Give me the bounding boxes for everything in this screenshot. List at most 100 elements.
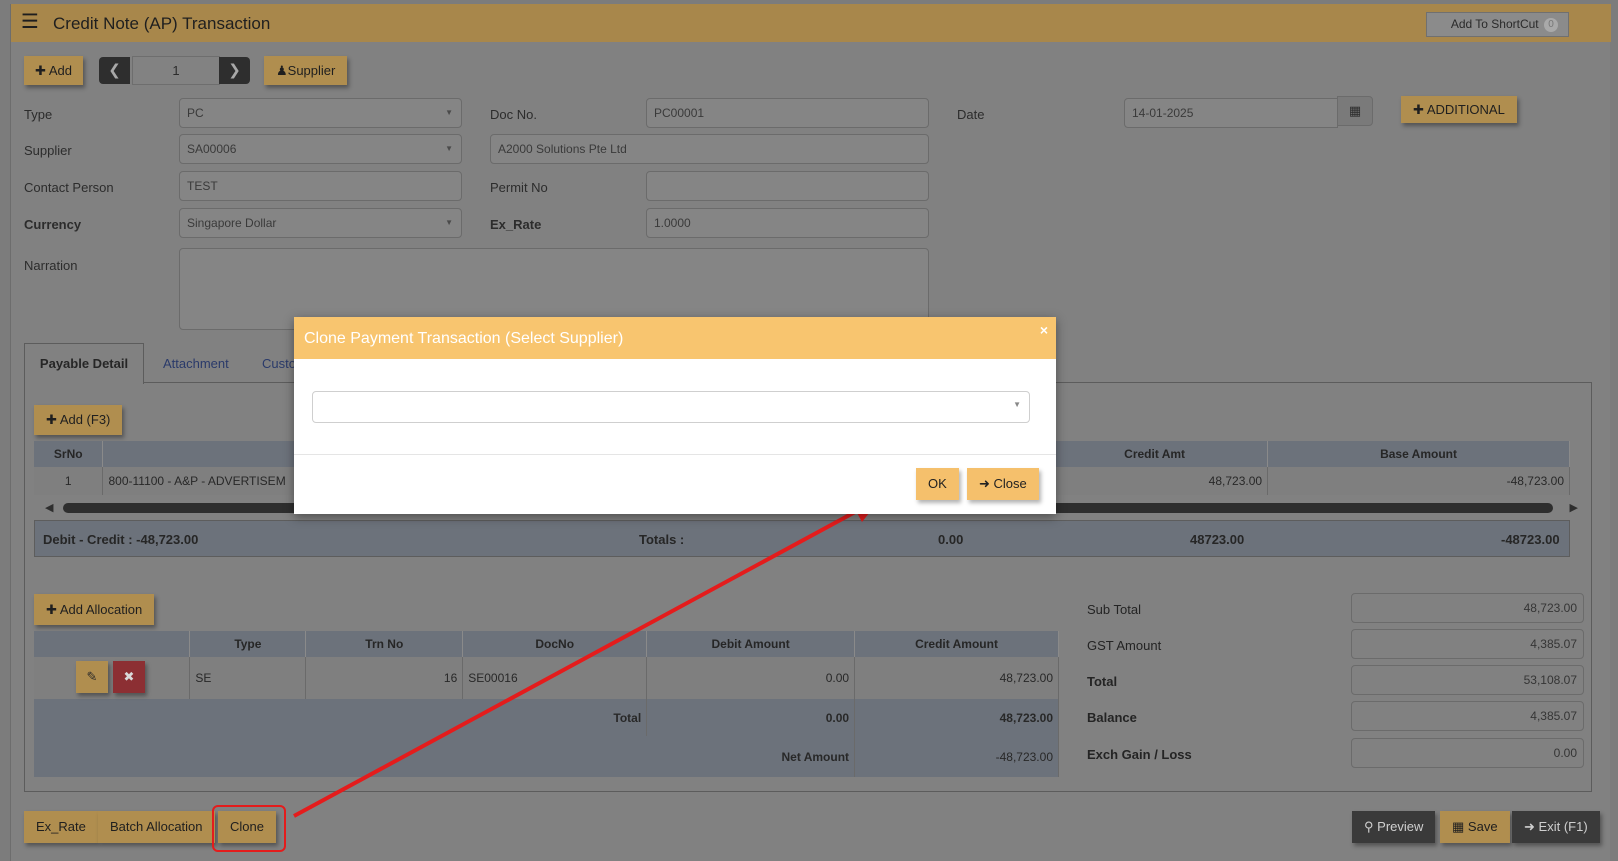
date-field[interactable]: 14-01-2025	[1124, 98, 1338, 128]
col-actions	[34, 631, 191, 657]
sign-out-icon: ➜	[979, 476, 990, 491]
shortcut-label: Add To ShortCut	[1450, 17, 1539, 31]
add-allocation-label: Add Allocation	[59, 602, 143, 617]
cell-debit[interactable]: 0.00	[646, 657, 856, 699]
exrate-button[interactable]: Ex_Rate	[24, 811, 98, 843]
preview-button[interactable]: ⚲ Preview	[1352, 811, 1436, 843]
currency-select[interactable]: Singapore Dollar ▼	[179, 208, 462, 238]
batch-allocation-button[interactable]: Batch Allocation	[98, 811, 215, 843]
plus-icon: ✚	[35, 63, 46, 78]
dropdown-caret-icon: ▼	[445, 108, 453, 117]
cell-actions	[34, 657, 191, 699]
prev-record-button[interactable]: ❮	[99, 57, 130, 84]
allocation-net-row: Net Amount -48,723.00	[34, 736, 1059, 777]
dropdown-caret-icon: ▼	[445, 218, 453, 227]
plus-icon: ✚	[1413, 102, 1424, 117]
modal-close-button[interactable]: ➜ Close	[967, 468, 1039, 500]
add-button-label: Add	[48, 63, 72, 78]
table-row[interactable]: SE 16 SE00016 0.00 48,723.00	[34, 657, 1059, 699]
docno-label: Doc No.	[490, 107, 537, 122]
add-allocation-button[interactable]: ✚ Add Allocation	[34, 594, 155, 625]
hamburger-menu-icon[interactable]: ☰	[21, 12, 39, 32]
annotation-highlight-box	[212, 805, 286, 852]
edit-icon[interactable]: ✎	[76, 661, 108, 693]
permit-no-field[interactable]	[646, 171, 929, 201]
exrate-field[interactable]: 1.0000	[646, 208, 929, 238]
cell-trn-no: 16	[305, 657, 464, 699]
chevron-down-icon: ▼	[1013, 400, 1021, 409]
docno-field[interactable]: PC00001	[646, 98, 929, 128]
save-button[interactable]: ▦ Save	[1440, 811, 1510, 843]
allocation-total-credit: 48,723.00	[854, 699, 1059, 736]
shortcut-count-badge: 0	[1544, 18, 1558, 32]
gst-field: 4,385.07	[1351, 629, 1584, 659]
col-docno: DocNo	[462, 631, 648, 657]
debit-credit-text: Debit - Credit : -48,723.00	[43, 532, 199, 547]
col-base-amount: Base Amount	[1267, 441, 1570, 467]
supplier-button[interactable]: ♟Supplier	[264, 56, 348, 85]
exch-gain-loss-field: 0.00	[1351, 738, 1584, 768]
next-record-button[interactable]: ❯	[219, 57, 250, 84]
scroll-left-icon[interactable]: ◀	[45, 501, 53, 514]
scroll-right-icon[interactable]: ▶	[1570, 501, 1578, 514]
tab-attachment[interactable]: Attachment	[163, 356, 229, 371]
currency-value: Singapore Dollar	[187, 216, 277, 230]
modal-close-label: Close	[993, 476, 1027, 491]
add-to-shortcut-button[interactable]: Add To ShortCut 0	[1425, 12, 1569, 37]
preview-label: Preview	[1377, 819, 1424, 834]
col-credit-amount: Credit Amount	[854, 631, 1059, 657]
exch-gain-loss-label: Exch Gain / Loss	[1087, 747, 1192, 762]
additional-button[interactable]: ✚ ADDITIONAL	[1401, 96, 1517, 123]
supplier-label: Supplier	[24, 143, 72, 158]
total-credit: 48723.00	[1190, 532, 1245, 547]
add-button[interactable]: ✚ Add	[24, 56, 83, 85]
type-select[interactable]: PC ▼	[179, 98, 462, 128]
cell-srno: 1	[34, 467, 104, 495]
col-srno: SrNo	[34, 441, 104, 467]
allocation-table: Type Trn No DocNo Debit Amount Credit Am…	[34, 631, 1059, 777]
exit-label: Exit (F1)	[1538, 819, 1588, 834]
exit-button[interactable]: ➜ Exit (F1)	[1512, 811, 1600, 843]
record-number[interactable]: 1	[132, 56, 220, 85]
plus-icon: ✚	[46, 602, 57, 617]
col-debit-amount: Debit Amount	[646, 631, 856, 657]
col-credit-amt: Credit Amt	[1041, 441, 1269, 467]
payable-totals-bar: Debit - Credit : -48,723.00 Totals : 0.0…	[34, 520, 1570, 557]
contact-person-field[interactable]: TEST	[179, 171, 462, 201]
table-header: Type Trn No DocNo Debit Amount Credit Am…	[34, 631, 1059, 657]
calendar-icon[interactable]: ▦	[1337, 96, 1373, 126]
net-amount-label: Net Amount	[34, 736, 856, 777]
close-icon[interactable]: ×	[1040, 322, 1048, 338]
cell-base: -48,723.00	[1267, 467, 1570, 495]
cell-credit[interactable]: 48,723.00	[854, 657, 1059, 699]
ok-button[interactable]: OK	[916, 468, 959, 500]
dropdown-caret-icon: ▼	[445, 144, 453, 153]
cell-credit[interactable]: 48,723.00	[1041, 467, 1269, 495]
total-label: Total	[1087, 674, 1118, 689]
add-detail-label: Add (F3)	[59, 412, 111, 427]
total-field: 53,108.07	[1351, 665, 1584, 695]
exit-icon: ➜	[1524, 819, 1535, 834]
allocation-total-debit: 0.00	[646, 699, 856, 736]
balance-field: 4,385.07	[1351, 701, 1584, 731]
net-amount-value: -48,723.00	[854, 736, 1059, 777]
contact-person-label: Contact Person	[24, 180, 114, 195]
supplier-code: SA00006	[187, 142, 237, 156]
page-title: Credit Note (AP) Transaction	[53, 14, 271, 33]
supplier-select[interactable]: SA00006 ▼	[179, 134, 462, 164]
allocation-total-row: Total 0.00 48,723.00	[34, 699, 1059, 736]
delete-icon[interactable]: ✖	[113, 661, 145, 693]
modal-header: Clone Payment Transaction (Select Suppli…	[294, 317, 1056, 359]
type-label: Type	[24, 107, 53, 122]
chevron-left-icon: ❮	[108, 62, 121, 79]
allocation-total-label: Total	[34, 699, 648, 736]
totals-label: Totals :	[639, 532, 685, 547]
add-detail-button[interactable]: ✚ Add (F3)	[34, 405, 123, 435]
currency-label: Currency	[24, 217, 82, 232]
supplier-select-dropdown[interactable]: ▼	[312, 391, 1030, 423]
permit-no-label: Permit No	[490, 180, 548, 195]
tab-custom[interactable]: Custo	[262, 356, 296, 371]
col-trn-no: Trn No	[305, 631, 464, 657]
tab-payable-detail[interactable]: Payable Detail	[24, 343, 144, 384]
save-label: Save	[1467, 819, 1498, 834]
